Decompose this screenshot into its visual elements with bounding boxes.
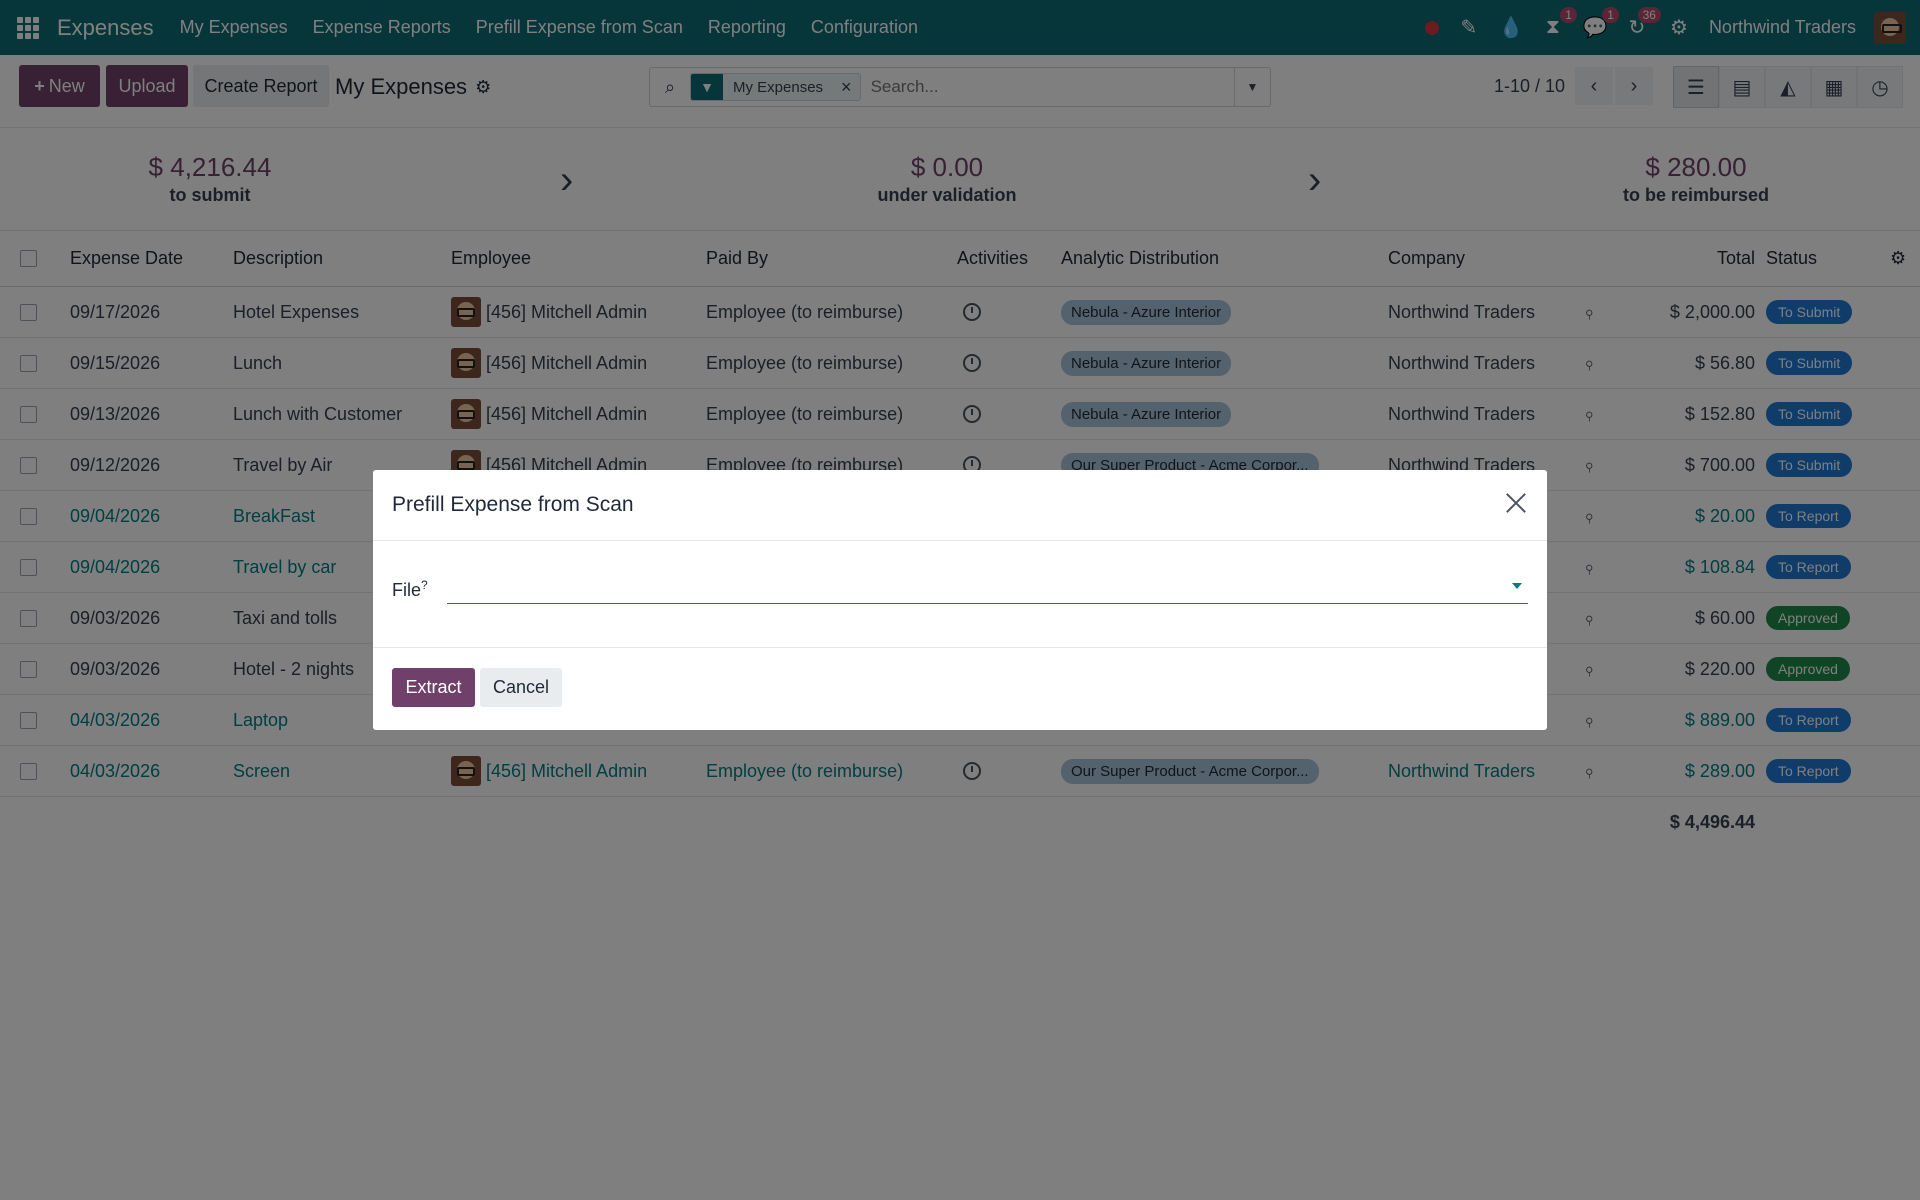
dialog-title: Prefill Expense from Scan	[392, 493, 634, 516]
caret-down-icon[interactable]	[1512, 583, 1522, 589]
file-select-input[interactable]	[447, 569, 1528, 604]
help-tooltip-icon[interactable]: ?	[421, 578, 428, 592]
modal-backdrop[interactable]: Prefill Expense from Scan File? Extract …	[0, 0, 1920, 1200]
dialog-footer: Extract Cancel	[373, 648, 1547, 728]
dialog-body: File?	[373, 541, 1547, 648]
prefill-dialog: Prefill Expense from Scan File? Extract …	[373, 470, 1547, 730]
cancel-button[interactable]: Cancel	[480, 668, 562, 707]
dialog-header: Prefill Expense from Scan	[373, 470, 1547, 541]
extract-button[interactable]: Extract	[392, 668, 475, 707]
file-field-label: File?	[392, 578, 428, 600]
close-icon[interactable]	[1503, 490, 1529, 516]
